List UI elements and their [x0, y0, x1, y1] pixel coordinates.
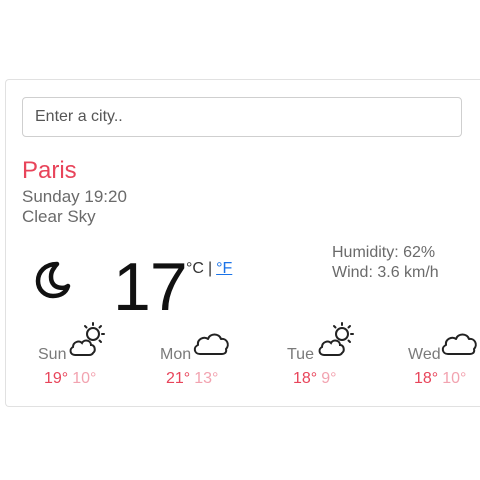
sun-cloud-icon [318, 322, 354, 356]
cloud-icon [193, 333, 229, 355]
wind-text: Wind: 3.6 km/h [332, 264, 439, 281]
forecast-low: 13° [194, 370, 219, 387]
forecast-day-mon: Mon 21° 13° [160, 322, 270, 392]
sun-cloud-icon [69, 322, 105, 356]
forecast-day-name: Tue [287, 346, 314, 363]
forecast-high: 18° [414, 370, 439, 387]
cloud-icon [441, 333, 477, 355]
forecast-day-name: Sun [38, 346, 67, 363]
forecast-high: 18° [293, 370, 318, 387]
city-name: Paris [22, 157, 77, 184]
weather-condition: Clear Sky [22, 207, 96, 226]
unit-separator: | [207, 260, 213, 277]
unit-toggle: °C | °F [186, 260, 232, 278]
forecast-low: 10° [72, 370, 97, 387]
forecast-day-sun: Sun 19° 10° [38, 322, 148, 392]
forecast-temps: 19° 10° [44, 370, 96, 388]
unit-celsius[interactable]: °C [186, 260, 204, 277]
forecast-day-wed: Wed 18° 10° [408, 322, 480, 392]
unit-fahrenheit-link[interactable]: °F [216, 260, 232, 277]
moon-icon [35, 261, 71, 299]
forecast-day-name: Wed [408, 346, 441, 363]
forecast-high: 21° [166, 370, 191, 387]
forecast-day-name: Mon [160, 346, 192, 363]
forecast-low: 9° [321, 370, 337, 387]
humidity-text: Humidity: 62% [332, 244, 436, 261]
current-temperature: 17 [113, 249, 188, 325]
city-search-input[interactable] [22, 97, 462, 137]
forecast-temps: 21° 13° [166, 370, 218, 388]
date-time: Sunday 19:20 [22, 187, 127, 206]
forecast-low: 10° [442, 370, 467, 387]
forecast-high: 19° [44, 370, 69, 387]
forecast-temps: 18° 10° [414, 370, 466, 388]
forecast-temps: 18° 9° [293, 370, 337, 388]
forecast-day-tue: Tue 18° 9° [287, 322, 397, 392]
